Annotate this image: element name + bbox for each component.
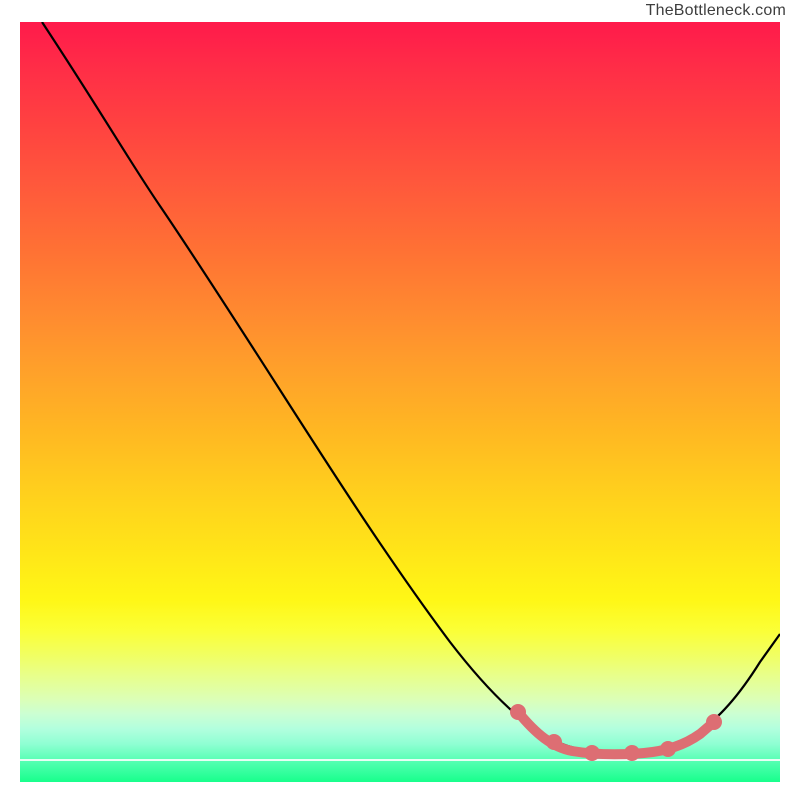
attribution-text: TheBottleneck.com — [646, 2, 786, 20]
valley-marker-dot — [706, 714, 722, 730]
bottleneck-curve — [42, 22, 780, 753]
chart-container: TheBottleneck.com — [0, 0, 800, 800]
valley-marker-dot — [584, 745, 600, 761]
curve-overlay — [20, 22, 780, 782]
valley-marker-dot — [660, 741, 676, 757]
valley-marker-dot — [624, 745, 640, 761]
valley-marker-line — [518, 712, 714, 754]
valley-marker-dot — [510, 704, 526, 720]
valley-marker-dot — [546, 734, 562, 750]
